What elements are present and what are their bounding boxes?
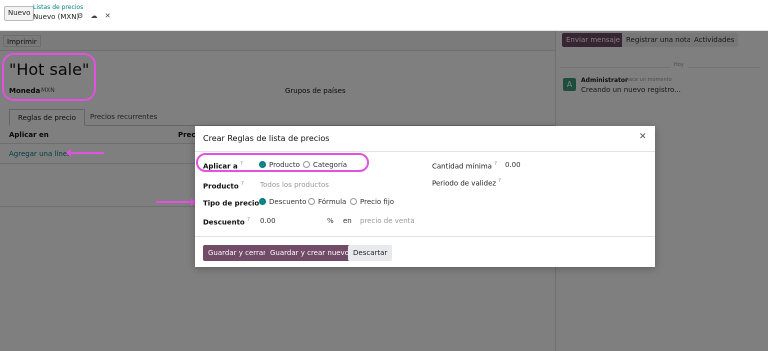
breadcrumb-current: Nuevo (MXN)	[33, 13, 80, 21]
arrow-icon	[156, 198, 196, 206]
cloud-upload-icon[interactable]: ☁	[91, 12, 98, 20]
min-quantity-label: Cantidad mínima ?	[432, 161, 497, 171]
percent-sign: %	[327, 217, 334, 225]
discount-label: Descuento ?	[203, 217, 250, 227]
gear-icon[interactable]: ⚙	[77, 12, 83, 20]
product-label: Producto ?	[203, 181, 244, 191]
discount-input[interactable]: 0.00	[260, 217, 276, 225]
close-icon[interactable]: ✕	[639, 132, 647, 142]
radio-formula[interactable]: Fórmula	[308, 198, 346, 206]
top-bar: Nuevo Listas de precios Nuevo (MXN) ⚙ ☁ …	[0, 0, 768, 31]
create-rule-dialog: Crear Reglas de lista de precios ✕ Aplic…	[195, 126, 655, 267]
radio-checked-icon	[259, 198, 266, 205]
dialog-title: Crear Reglas de lista de precios	[203, 134, 330, 143]
validity-period-label: Periodo de validez ?	[432, 178, 501, 188]
radio-fixed-price[interactable]: Precio fijo	[350, 198, 394, 206]
price-type-label: Tipo de precio ?	[203, 198, 264, 208]
divider	[195, 151, 655, 152]
product-input[interactable]: Todos los productos	[260, 181, 329, 189]
min-quantity-input[interactable]: 0.00	[505, 161, 521, 169]
breadcrumb-parent[interactable]: Listas de precios	[33, 4, 83, 11]
save-new-button[interactable]: Guardar y crear nuevo	[265, 245, 354, 261]
highlight-ellipse	[196, 153, 369, 172]
discard-icon[interactable]: ✕	[105, 12, 111, 20]
arrow-icon	[66, 149, 104, 157]
discard-button[interactable]: Descartar	[348, 245, 393, 261]
divider	[195, 236, 655, 237]
on-label: en	[343, 217, 352, 225]
sale-price-label[interactable]: precio de venta	[360, 217, 415, 225]
radio-unchecked-icon	[350, 198, 357, 205]
highlight-ellipse	[2, 53, 96, 101]
save-close-button[interactable]: Guardar y cerrar	[203, 245, 272, 261]
radio-discount[interactable]: Descuento	[259, 198, 306, 206]
radio-unchecked-icon	[308, 198, 315, 205]
record-actions: ⚙ ☁ ✕	[77, 12, 116, 20]
new-button[interactable]: Nuevo	[4, 6, 35, 21]
